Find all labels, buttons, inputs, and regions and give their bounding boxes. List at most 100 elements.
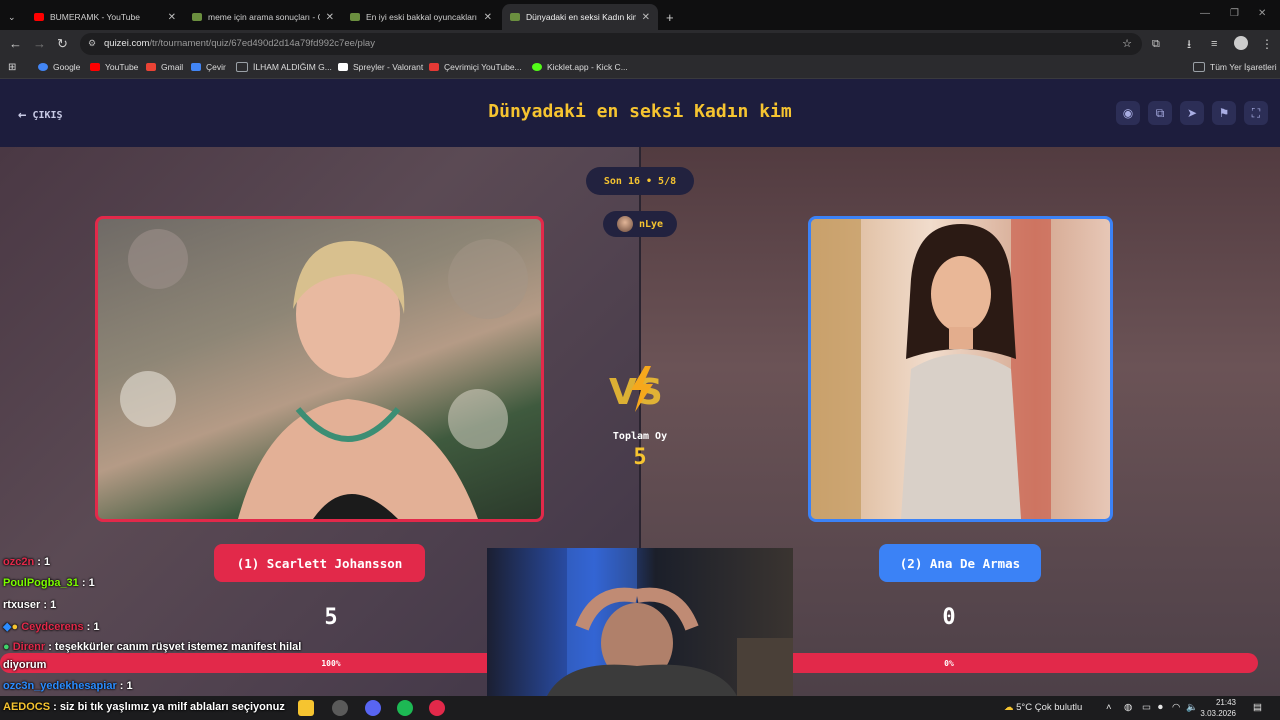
site-icon [510, 13, 520, 21]
tab-quiz-active[interactable]: Dünyadaki en seksi Kadın kim - ✕ [502, 4, 658, 30]
discord-icon[interactable] [365, 700, 381, 716]
wifi-icon[interactable]: ◠ [1172, 702, 1180, 713]
close-icon[interactable]: ✕ [168, 12, 176, 23]
microphone-icon[interactable]: ⏺ [1158, 702, 1163, 713]
all-bookmarks[interactable]: Tüm Yer İşaretleri [1193, 62, 1277, 72]
user-badge: nLye [603, 211, 677, 237]
round-indicator: Son 16 • 5/8 [586, 167, 694, 195]
download-icon[interactable]: ⭳ [1187, 37, 1191, 51]
extensions-icon[interactable]: ⧉ [1152, 37, 1160, 51]
folder-icon [1193, 62, 1205, 72]
browser-toolbar: ← → ↻ ⚙ quizei.com/tr/tournament/quiz/67… [0, 30, 1280, 58]
bookmarks-bar: ⊞ Google YouTube Gmail Çevir İLHAM ALDIĞ… [0, 58, 1280, 79]
share-icon[interactable]: ⧉ [1148, 101, 1172, 125]
site-icon [429, 63, 439, 71]
network-icon[interactable]: ◍ [1124, 702, 1132, 713]
close-icon[interactable]: ✕ [484, 12, 492, 23]
chat-line: ozc3n_yedekhesapiar : 1 [3, 680, 133, 692]
total-votes-label: Toplam Oy [612, 431, 668, 442]
youtube-icon [34, 13, 44, 21]
quiz-title: Dünyadaki en seksi Kadın kim [488, 101, 792, 122]
total-votes-value: 5 [633, 445, 647, 470]
close-icon[interactable]: ✕ [326, 12, 334, 23]
fullscreen-icon[interactable]: ⛶ [1244, 101, 1268, 125]
media-control-icon[interactable]: ≡ [1211, 37, 1217, 51]
tab-list-button[interactable]: ⌄ [4, 4, 26, 30]
tab-bakkal[interactable]: En iyi eski bakkal oyuncakları - ✕ [342, 4, 500, 30]
candidate-right-image[interactable] [808, 216, 1113, 522]
portrait-left [120, 229, 528, 519]
app-icon[interactable] [332, 700, 348, 716]
chat-line: ● Direnr : teşekkürler canım rüşvet iste… [3, 641, 302, 653]
send-icon[interactable]: ➤ [1180, 101, 1204, 125]
right-score: 0 [942, 605, 956, 630]
bookmark-kicklet[interactable]: Kicklet.app - Kick C... [532, 62, 628, 72]
tab-title: Dünyadaki en seksi Kadın kim - [526, 12, 636, 22]
streamer-webcam [487, 548, 793, 696]
new-tab-button[interactable]: + [660, 4, 682, 30]
tray-chevron-icon[interactable]: ˄ [1106, 702, 1112, 713]
chevron-down-icon: ⌄ [8, 11, 16, 22]
restore-icon[interactable]: ❐ [1230, 8, 1239, 19]
minimize-icon[interactable]: — [1200, 8, 1210, 19]
bookmark-youtube-viewers[interactable]: Çevrimiçi YouTube... [429, 62, 522, 72]
notification-icon[interactable]: ▤ [1253, 702, 1262, 713]
chat-line-continued: diyorum [3, 659, 47, 671]
back-icon[interactable]: ← [9, 37, 22, 51]
svg-text:VS: VS [609, 372, 663, 413]
translate-icon [191, 63, 201, 71]
bookmark-translate[interactable]: Çevir [191, 62, 226, 72]
browser-tab-bar: ⌄ BUMERAMK - YouTube ✕ meme için arama s… [0, 0, 1280, 30]
streamer-figure [547, 548, 793, 696]
battery-icon[interactable]: ▭ [1142, 702, 1151, 713]
close-window-icon[interactable]: ✕ [1258, 8, 1266, 19]
bookmark-youtube[interactable]: YouTube [90, 62, 138, 72]
windows-taskbar: AEDOCS : siz bi tık yaşlımız ya milf abl… [0, 696, 1280, 720]
bookmark-google[interactable]: Google [38, 62, 80, 72]
menu-icon[interactable]: ⋮ [1261, 37, 1273, 51]
eye-icon[interactable]: ◉ [1116, 101, 1140, 125]
check-badge-icon: ● [3, 641, 10, 653]
left-score: 5 [324, 605, 338, 630]
tab-youtube[interactable]: BUMERAMK - YouTube ✕ [26, 4, 184, 30]
close-icon[interactable]: ✕ [642, 12, 650, 23]
bookmark-star-icon[interactable]: ☆ [1122, 37, 1132, 50]
weather-widget[interactable]: ☁ 5°C Çok bulutlu [1004, 702, 1082, 713]
folder-icon [236, 62, 248, 72]
bookmark-folder[interactable]: İLHAM ALDIĞIM G... [236, 62, 332, 72]
flag-icon[interactable]: ⚑ [1212, 101, 1236, 125]
file-explorer-icon[interactable] [298, 700, 314, 716]
username: nLye [638, 218, 664, 230]
valorant-icon [338, 63, 348, 71]
youtube-icon [90, 63, 100, 71]
candidate-left-image[interactable] [95, 216, 544, 522]
bookmark-gmail[interactable]: Gmail [146, 62, 183, 72]
chat-line: AEDOCS : siz bi tık yaşlımız ya milf abl… [3, 701, 285, 713]
portrait-right [811, 219, 1051, 519]
apps-grid-icon[interactable]: ⊞ [8, 62, 16, 73]
chat-line: PoulPogba_31 : 1 [3, 577, 95, 589]
sub-badge-icon: ● [11, 621, 19, 633]
app-icon[interactable] [429, 700, 445, 716]
chat-line: ozc2n : 1 [3, 556, 51, 568]
spotify-icon[interactable] [397, 700, 413, 716]
site-icon [350, 13, 360, 21]
vote-right-button[interactable]: (2) Ana De Armas [879, 544, 1041, 582]
plus-icon: + [666, 9, 674, 25]
quiz-page: ← ÇIKIŞ Dünyadaki en seksi Kadın kim ◉ ⧉… [0, 79, 1280, 696]
bookmark-valorant[interactable]: Spreyler - Valorant [338, 62, 423, 72]
address-bar[interactable]: ⚙ quizei.com/tr/tournament/quiz/67ed490d… [80, 33, 1142, 55]
url-text: quizei.com/tr/tournament/quiz/67ed490d2d… [104, 38, 375, 49]
vs-lightning-icon: VS [609, 366, 663, 413]
tab-meme[interactable]: meme için arama sonuçları - O ✕ [184, 4, 342, 30]
tab-title: En iyi eski bakkal oyuncakları - [366, 12, 478, 22]
avatar [616, 216, 633, 232]
site-info-icon[interactable]: ⚙ [88, 38, 96, 49]
reload-icon[interactable]: ↻ [57, 37, 68, 51]
forward-icon[interactable]: → [33, 37, 46, 51]
profile-avatar[interactable] [1234, 36, 1248, 50]
kicklet-icon [532, 63, 542, 71]
system-clock[interactable]: 21:43 3.03.2026 [1196, 697, 1236, 719]
google-icon [38, 63, 48, 71]
vote-left-button[interactable]: (1) Scarlett Johansson [214, 544, 425, 582]
